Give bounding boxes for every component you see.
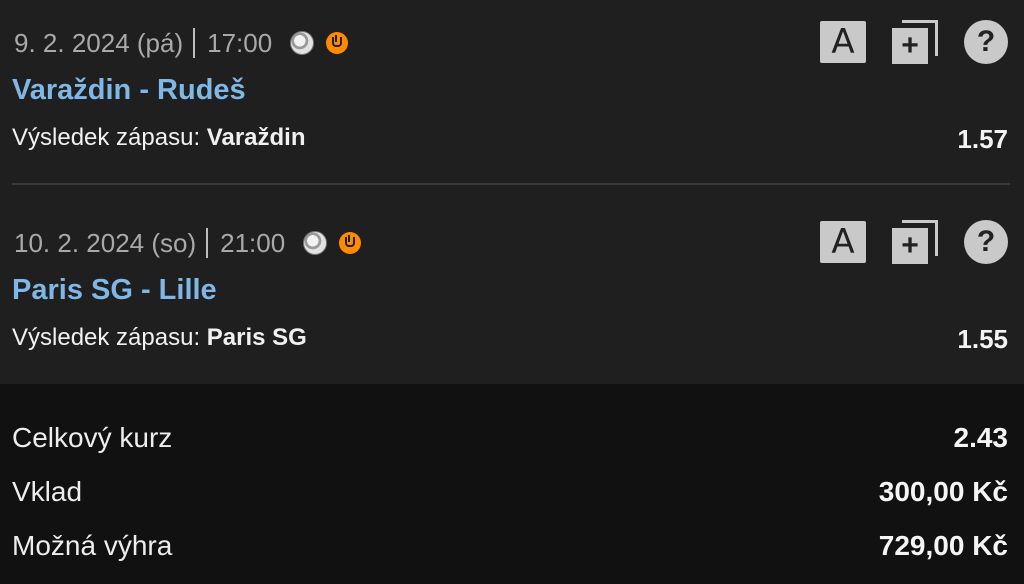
total-odds-value: 2.43 (953, 422, 1009, 453)
a-letter-glyph: A (831, 222, 855, 262)
event-meta: 9. 2. 2024 (pá) 17:00 (14, 26, 349, 60)
a-letter-glyph: A (831, 22, 855, 62)
possible-win-value: 729,00 Kč (878, 530, 1008, 561)
bet-actions: A + ? (820, 20, 1008, 64)
event-date: 10. 2. 2024 (so) (14, 227, 197, 258)
market-label: Výsledek zápasu: (12, 124, 201, 151)
bet-selection: Výsledek zápasu: Varaždin (12, 124, 306, 152)
plus-glyph: + (901, 29, 919, 62)
bet-list: 9. 2. 2024 (pá) 17:00 A + ? Varaždin - R… (0, 0, 1024, 384)
bet-selection: Výsledek zápasu: Paris SG (12, 324, 307, 352)
a-letter-icon[interactable]: A (820, 221, 866, 263)
match-title-link[interactable]: Paris SG - Lille (12, 274, 217, 307)
copy-add-icon[interactable]: + (892, 220, 938, 264)
separator (193, 28, 196, 58)
copy-front-shape: + (892, 28, 928, 64)
bet-item: 9. 2. 2024 (pá) 17:00 A + ? Varaždin - R… (0, 0, 1024, 190)
stake-value: 300,00 Kč (878, 476, 1008, 507)
help-glyph: ? (976, 25, 996, 58)
copy-front-shape: + (892, 228, 928, 264)
bet-odds: 1.55 (957, 324, 1008, 354)
divider (12, 183, 1010, 185)
possible-win-row: Možná výhra 729,00 Kč (0, 530, 1024, 570)
a-letter-icon[interactable]: A (820, 21, 866, 63)
total-odds-label: Celkový kurz (12, 422, 173, 453)
separator (206, 228, 209, 258)
event-time: 17:00 (207, 27, 273, 58)
bet-actions: A + ? (820, 220, 1008, 264)
bet-summary: Celkový kurz 2.43 Vklad 300,00 Kč Možná … (0, 384, 1024, 584)
help-glyph: ? (976, 225, 996, 258)
bet-odds: 1.57 (957, 124, 1008, 154)
live-stream-icon (326, 32, 349, 54)
live-stream-icon (339, 232, 362, 254)
market-label: Výsledek zápasu: (12, 324, 201, 351)
event-meta: 10. 2. 2024 (so) 21:00 (14, 226, 362, 260)
pick-value: Varaždin (206, 124, 306, 151)
event-time: 21:00 (220, 227, 286, 258)
possible-win-label: Možná výhra (12, 530, 173, 561)
soccer-ball-icon (303, 231, 328, 255)
pick-value: Paris SG (206, 324, 307, 351)
stake-row: Vklad 300,00 Kč (0, 476, 1024, 516)
copy-add-icon[interactable]: + (892, 20, 938, 64)
bet-item: 10. 2. 2024 (so) 21:00 A + ? Paris SG - … (0, 200, 1024, 390)
stake-label: Vklad (12, 476, 83, 507)
soccer-ball-icon (290, 31, 315, 55)
total-odds-row: Celkový kurz 2.43 (0, 422, 1024, 462)
help-icon[interactable]: ? (964, 220, 1008, 264)
match-title-link[interactable]: Varaždin - Rudeš (12, 74, 246, 107)
event-date: 9. 2. 2024 (pá) (14, 27, 184, 58)
help-icon[interactable]: ? (964, 20, 1008, 64)
plus-glyph: + (901, 229, 919, 262)
